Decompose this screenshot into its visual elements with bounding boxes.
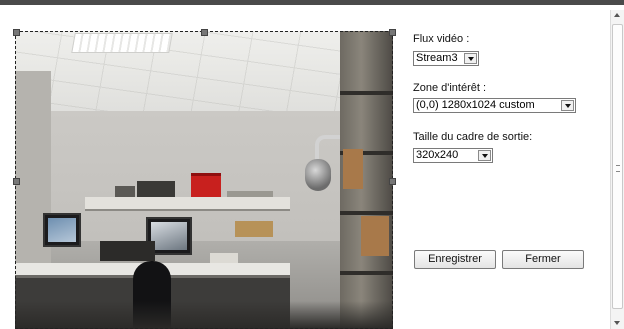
camera-preview[interactable]	[15, 31, 393, 329]
dome-camera	[305, 159, 331, 191]
zone-interet-select[interactable]: (0,0) 1280x1024 custom	[413, 98, 576, 113]
resize-handle-top-left[interactable]	[13, 29, 20, 36]
close-button[interactable]: Fermer	[502, 250, 584, 269]
rack-box	[361, 216, 389, 256]
flux-video-label: Flux vidéo :	[413, 33, 470, 45]
upper-shelf	[85, 197, 290, 211]
desk-device	[100, 241, 155, 261]
chevron-down-icon[interactable]	[464, 53, 477, 64]
ceiling-light	[71, 33, 173, 53]
rack-shelf	[340, 271, 393, 275]
resize-handle-left[interactable]	[13, 178, 20, 185]
rack-shelf	[340, 211, 393, 215]
top-bar	[0, 0, 624, 5]
scroll-thumb[interactable]	[612, 24, 623, 309]
rack-shelf	[340, 91, 393, 95]
zone-interet-label: Zone d'intérêt :	[413, 82, 487, 94]
save-button[interactable]: Enregistrer	[414, 250, 496, 269]
taille-cadre-label: Taille du cadre de sortie:	[413, 131, 533, 143]
monitor	[43, 213, 81, 247]
resize-handle-right[interactable]	[389, 178, 396, 185]
taille-cadre-select[interactable]: 320x240	[413, 148, 493, 163]
grip-icon	[616, 165, 620, 172]
box	[235, 221, 273, 237]
zone-interet-value: (0,0) 1280x1024 custom	[416, 99, 535, 111]
resize-handle-top[interactable]	[201, 29, 208, 36]
vertical-scrollbar[interactable]	[610, 10, 624, 329]
chevron-down-icon[interactable]	[561, 100, 574, 111]
flux-video-value: Stream3	[416, 52, 458, 64]
taille-cadre-value: 320x240	[416, 149, 459, 161]
flux-video-select[interactable]: Stream3	[413, 51, 479, 66]
resize-handle-top-right[interactable]	[389, 29, 396, 36]
floor	[15, 301, 393, 329]
arrow-down-icon[interactable]	[614, 321, 620, 325]
chevron-down-icon[interactable]	[478, 150, 491, 161]
rack-box	[343, 149, 363, 189]
shelf-device	[137, 181, 175, 198]
arrow-up-icon[interactable]	[614, 13, 620, 17]
